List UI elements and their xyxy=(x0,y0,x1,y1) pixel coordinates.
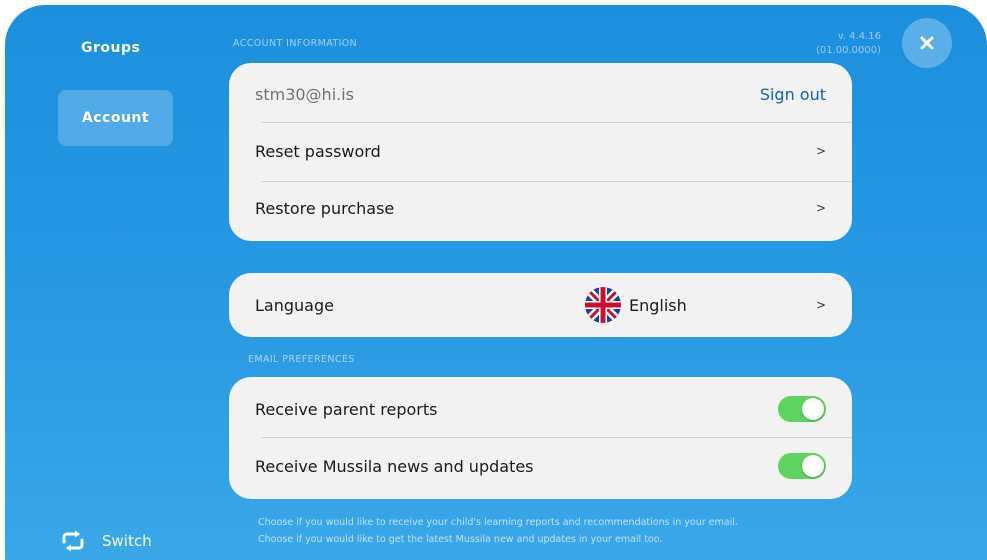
sidebar-item-groups[interactable]: Groups xyxy=(81,40,140,56)
close-button[interactable] xyxy=(902,18,952,68)
language-card[interactable]: Language English > xyxy=(229,273,852,337)
account-card: stm30@hi.is Sign out Reset password > Re… xyxy=(229,63,852,241)
parent-reports-toggle[interactable] xyxy=(778,396,826,422)
switch-label: Switch xyxy=(102,532,152,550)
language-row[interactable]: Language English > xyxy=(229,276,852,334)
email-preferences-card: Receive parent reports Receive Mussila n… xyxy=(229,377,852,499)
email-row: stm30@hi.is Sign out xyxy=(229,65,852,123)
settings-panel: Groups Account Switch ACCOUNT INFORMATIO… xyxy=(5,5,987,560)
language-label: Language xyxy=(255,295,334,315)
footnote-line: Choose if you would like to receive your… xyxy=(258,517,738,528)
restore-purchase-row[interactable]: Restore purchase > xyxy=(229,179,852,237)
close-icon xyxy=(920,36,934,50)
chevron-right-icon: > xyxy=(815,144,826,158)
footnote-line: Choose if you would like to get the late… xyxy=(258,534,663,545)
toggle-knob xyxy=(802,398,824,420)
toggle-knob xyxy=(802,455,824,477)
chevron-right-icon: > xyxy=(815,201,826,215)
news-row: Receive Mussila news and updates xyxy=(229,437,852,495)
version-number: v. 4.4.16 xyxy=(837,31,881,42)
sidebar-item-label: Account xyxy=(81,110,150,126)
chevron-right-icon: > xyxy=(815,298,826,312)
sign-out-button[interactable]: Sign out xyxy=(760,85,826,104)
section-title-account: ACCOUNT INFORMATION xyxy=(233,38,358,49)
restore-purchase-label: Restore purchase xyxy=(255,198,395,218)
sidebar-item-account[interactable]: Account xyxy=(58,90,173,146)
account-email: stm30@hi.is xyxy=(255,84,355,104)
switch-icon xyxy=(62,530,84,552)
news-toggle[interactable] xyxy=(778,453,826,479)
language-value: English xyxy=(629,295,687,315)
parent-reports-row: Receive parent reports xyxy=(229,380,852,438)
reset-password-label: Reset password xyxy=(255,141,381,161)
email-preferences-footnote: Choose if you would like to receive your… xyxy=(258,514,738,548)
section-title-email-preferences: EMAIL PREFERENCES xyxy=(248,354,355,365)
uk-flag-icon xyxy=(585,287,621,327)
reset-password-row[interactable]: Reset password > xyxy=(229,122,852,180)
version-info: v. 4.4.16 (01.00.0000) xyxy=(816,30,881,58)
parent-reports-label: Receive parent reports xyxy=(255,399,438,419)
switch-button[interactable]: Switch xyxy=(60,530,152,552)
build-number: (01.00.0000) xyxy=(815,45,881,56)
news-label: Receive Mussila news and updates xyxy=(255,456,534,476)
